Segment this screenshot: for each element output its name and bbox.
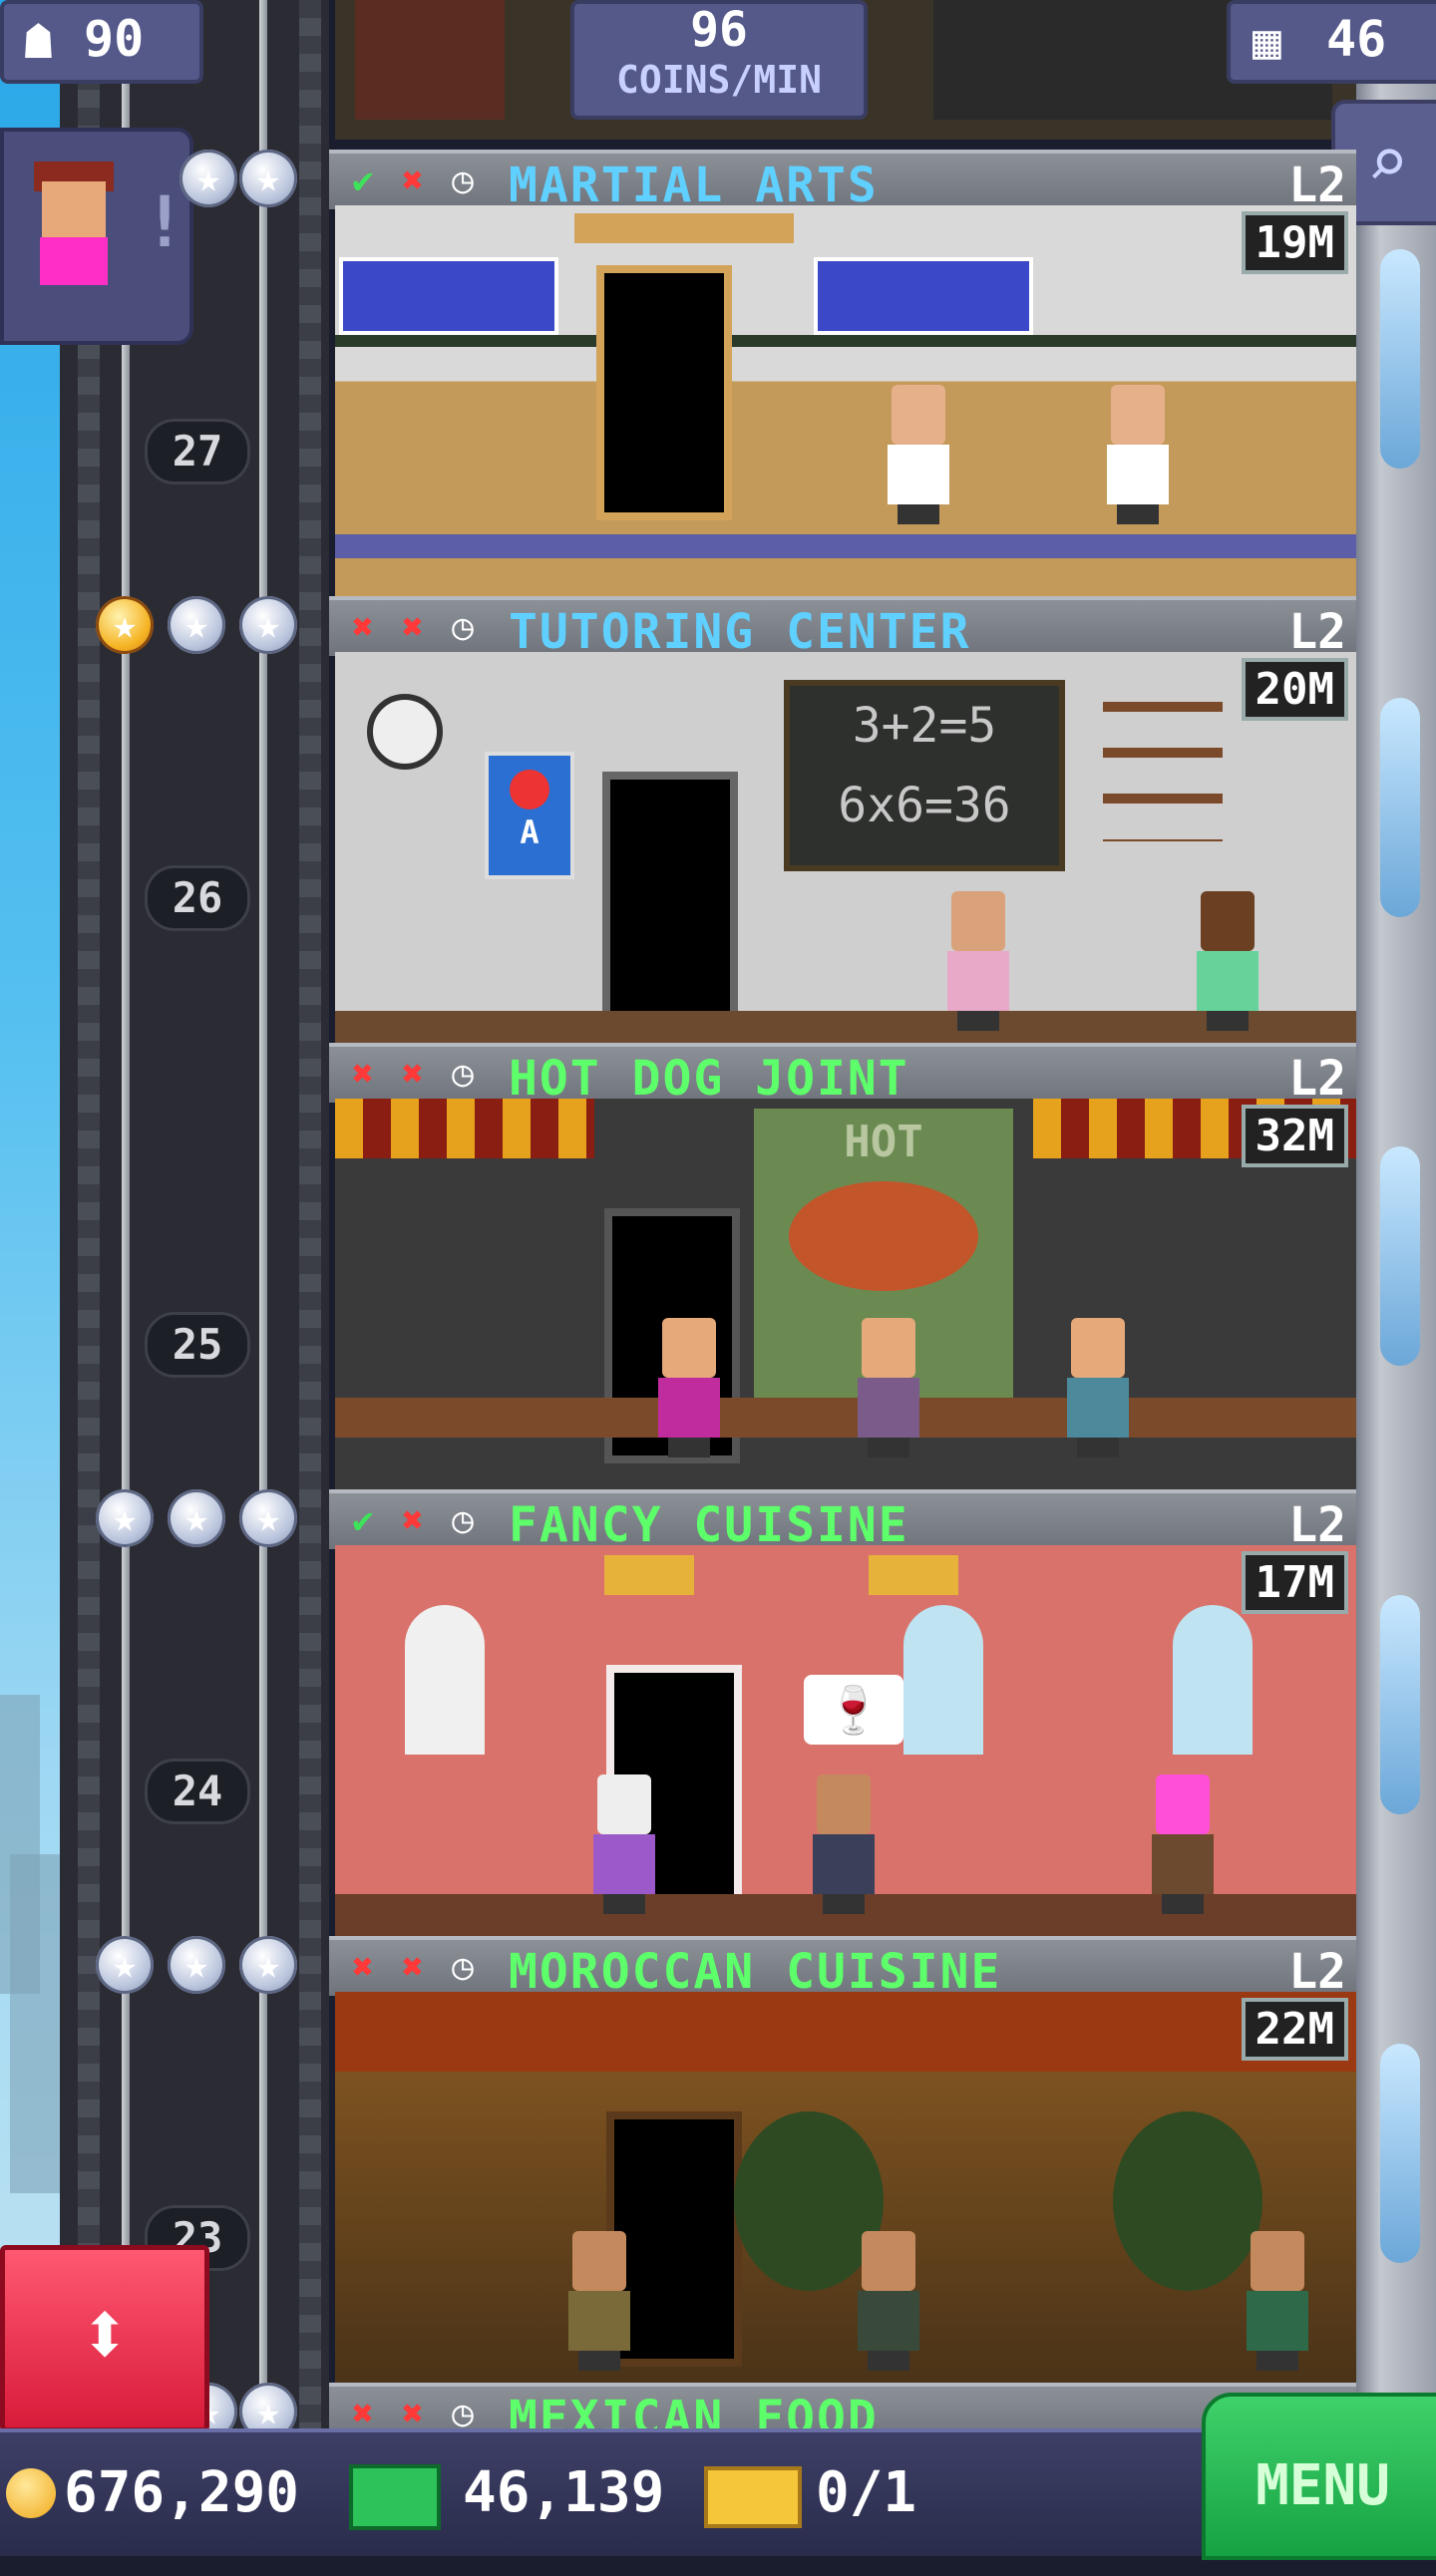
bitizen[interactable]	[854, 2231, 923, 2371]
check-icon: ✔	[352, 161, 374, 201]
star-icon: ★	[239, 1936, 297, 1994]
bux-icon[interactable]	[349, 2464, 441, 2530]
chalkboard: 3+2=5 6x6=36	[784, 680, 1065, 871]
cross-icon: ✖	[402, 1947, 424, 1988]
star-icon: ★	[168, 1489, 225, 1547]
room-fancy-cuisine: 🍷	[335, 1545, 1356, 1936]
bux-count: 46,139	[463, 2460, 665, 2525]
room-martial-arts	[335, 205, 1356, 596]
star-icon: ★	[96, 596, 154, 654]
cross-icon: ✖	[352, 607, 374, 648]
floor-header: ✖ ✖ ◷ TUTORING CENTER L2	[329, 596, 1356, 660]
bitizen[interactable]	[564, 2231, 634, 2371]
room-hot-dog-joint: HOT	[335, 1099, 1356, 1489]
floor-header: ✖ ✖ ◷ HOT DOG JOINT L2	[329, 1043, 1356, 1107]
population-pill[interactable]: ☗ 90	[0, 0, 203, 84]
floor-number: 25	[145, 1312, 250, 1378]
cross-icon: ✖	[402, 161, 424, 201]
check-icon: ✔	[352, 1500, 374, 1541]
star-icon: ★	[239, 1489, 297, 1547]
floor-number: 24	[145, 1759, 250, 1824]
magnifier-icon: ⌕	[1366, 122, 1409, 203]
cross-icon: ✖	[352, 1054, 374, 1095]
population-count: 90	[84, 10, 145, 68]
tickets-count: 0/1	[816, 2460, 917, 2525]
clock-icon: ◷	[452, 1054, 474, 1095]
up-down-arrows-icon: ⬍	[77, 2282, 133, 2387]
sky-background	[0, 0, 60, 2552]
apple-poster: A	[485, 752, 574, 879]
bitizen[interactable]	[1063, 1318, 1133, 1457]
star-icon: ★	[168, 596, 225, 654]
floor-upgrade-cost[interactable]: 17M	[1241, 1551, 1348, 1614]
floor-number: 26	[145, 865, 250, 931]
clock-icon: ◷	[452, 607, 474, 648]
bitizen[interactable]	[1148, 1774, 1218, 1914]
bitizen[interactable]	[884, 385, 953, 524]
bitizen[interactable]	[1243, 2231, 1312, 2371]
clock-icon: ◷	[452, 1947, 474, 1988]
coin-icon	[6, 2468, 56, 2518]
bitizen[interactable]	[943, 891, 1013, 1031]
clock-icon: ◷	[452, 1500, 474, 1541]
floor-upgrade-cost[interactable]: 19M	[1241, 211, 1348, 274]
bitizen[interactable]	[1103, 385, 1173, 524]
bitizen[interactable]	[854, 1318, 923, 1457]
floor-martial-arts[interactable]: ✔ ✖ ◷ MARTIAL ARTS L2 19M 27	[145, 150, 1356, 596]
bitizen[interactable]	[1193, 891, 1262, 1031]
floor-header: ✖ ✖ ◷ MOROCCAN CUISINE L2	[329, 1936, 1356, 2000]
floor-fancy-cuisine[interactable]: ✔ ✖ ◷ FANCY CUISINE L2 17M 🍷 24	[145, 1489, 1356, 1936]
star-icon: ★	[96, 1489, 154, 1547]
bitizen-alert-card[interactable]: !	[0, 128, 193, 345]
cross-icon: ✖	[352, 1947, 374, 1988]
coins-count: 676,290	[64, 2460, 300, 2525]
elevator-shaft	[60, 0, 329, 2552]
floor-upgrade-cost[interactable]: 20M	[1241, 658, 1348, 721]
star-icon: ★	[168, 1936, 225, 1994]
coins-rate-value: 96	[690, 2, 748, 58]
ticket-icon[interactable]	[704, 2466, 802, 2528]
floor-header: ✔ ✖ ◷ MARTIAL ARTS L2	[329, 150, 1356, 213]
coins-rate-unit: COINS/MIN	[616, 58, 822, 102]
bitizen[interactable]	[589, 1774, 659, 1914]
elevator-button[interactable]: ⬍	[0, 2245, 209, 2432]
cross-icon: ✖	[402, 1500, 424, 1541]
floors-count: 46	[1326, 10, 1387, 68]
room-moroccan-cuisine	[335, 1992, 1356, 2383]
floor-upgrade-cost[interactable]: 22M	[1241, 1998, 1348, 2061]
clock-icon	[367, 694, 443, 770]
floor-door	[596, 265, 732, 520]
person-icon: ☗	[24, 14, 53, 70]
star-icon: ★	[239, 150, 297, 207]
floor-hot-dog-joint[interactable]: ✖ ✖ ◷ HOT DOG JOINT L2 32M HOT 25	[145, 1043, 1356, 1489]
bitizen[interactable]	[809, 1774, 879, 1914]
menu-button[interactable]: MENU	[1202, 2393, 1436, 2560]
room-tutoring-center: A 3+2=5 6x6=36	[335, 652, 1356, 1043]
bitizen[interactable]	[654, 1318, 724, 1457]
floor-door	[602, 772, 738, 1027]
floors-pill[interactable]: ▦ 46	[1227, 0, 1436, 84]
floor-header: ✔ ✖ ◷ FANCY CUISINE L2	[329, 1489, 1356, 1553]
star-icon: ★	[180, 150, 237, 207]
cross-icon: ✖	[402, 1054, 424, 1095]
floor-upgrade-cost[interactable]: 32M	[1241, 1105, 1348, 1167]
avatar	[34, 161, 114, 291]
floor-tutoring-center[interactable]: ✖ ✖ ◷ TUTORING CENTER L2 20M A 3+2=5 6x6…	[145, 596, 1356, 1043]
floor-number: 27	[145, 419, 250, 484]
floor-moroccan-cuisine[interactable]: ✖ ✖ ◷ MOROCCAN CUISINE L2 22M 23	[145, 1936, 1356, 2383]
alert-icon: !	[144, 181, 186, 263]
coins-rate-pill: 96 COINS/MIN	[570, 0, 868, 120]
wine-speech-bubble: 🍷	[804, 1675, 903, 1745]
cross-icon: ✖	[402, 607, 424, 648]
star-icon: ★	[239, 596, 297, 654]
building-icon: ▦	[1253, 14, 1281, 70]
building-edge	[1356, 0, 1436, 2552]
star-icon: ★	[96, 1936, 154, 1994]
clock-icon: ◷	[452, 161, 474, 201]
